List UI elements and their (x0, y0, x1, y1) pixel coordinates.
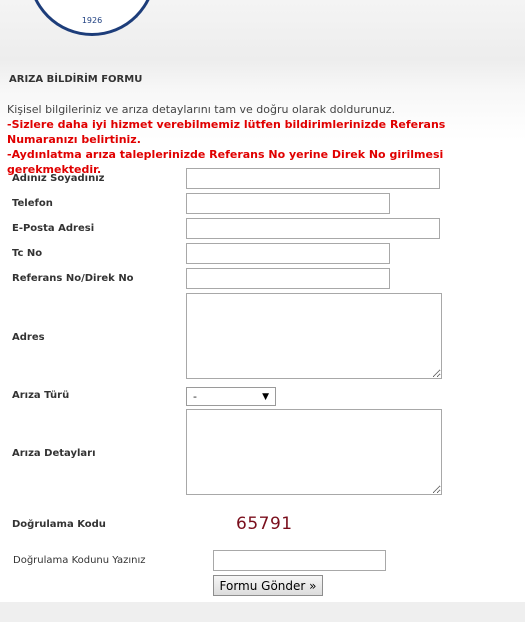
reference-label: Referans No/Direk No (12, 273, 134, 284)
fault-type-select[interactable]: - ▼ (186, 387, 276, 406)
intro-text: Kişisel bilgileriniz ve arıza detayların… (7, 103, 396, 116)
reference-input[interactable] (186, 268, 390, 289)
fault-type-selected-value: - (193, 390, 197, 403)
captcha-input[interactable] (213, 550, 386, 571)
name-label: Adınız Soyadınız (12, 173, 105, 184)
form-title: ARIZA BİLDİRİM FORMU (9, 74, 143, 85)
email-input[interactable] (186, 218, 440, 239)
footer-band (0, 602, 525, 622)
submit-form-button[interactable]: Formu Gönder » (213, 575, 323, 596)
form-instructions: Kişisel bilgileriniz ve arıza detayların… (7, 102, 519, 177)
captcha-label: Doğrulama Kodu (12, 519, 106, 530)
captcha-input-label: Doğrulama Kodunu Yazınız (13, 555, 146, 566)
fault-details-label: Arıza Detayları (12, 448, 96, 459)
address-label: Adres (12, 332, 45, 343)
fault-type-label: Arıza Türü (12, 390, 70, 401)
email-label: E-Posta Adresi (12, 223, 95, 234)
fault-details-textarea[interactable] (186, 409, 442, 495)
logo-year: 1926 (81, 16, 103, 25)
phone-label: Telefon (12, 198, 53, 209)
warning-reference-number: -Sizlere daha iyi hizmet verebilmemiz lü… (7, 118, 446, 146)
phone-input[interactable] (186, 193, 390, 214)
captcha-code: 65791 (236, 514, 293, 534)
tc-no-label: Tc No (12, 248, 43, 259)
address-textarea[interactable] (186, 293, 442, 379)
name-input[interactable] (186, 168, 440, 189)
tc-no-input[interactable] (186, 243, 390, 264)
dropdown-arrow-icon: ▼ (262, 391, 269, 402)
